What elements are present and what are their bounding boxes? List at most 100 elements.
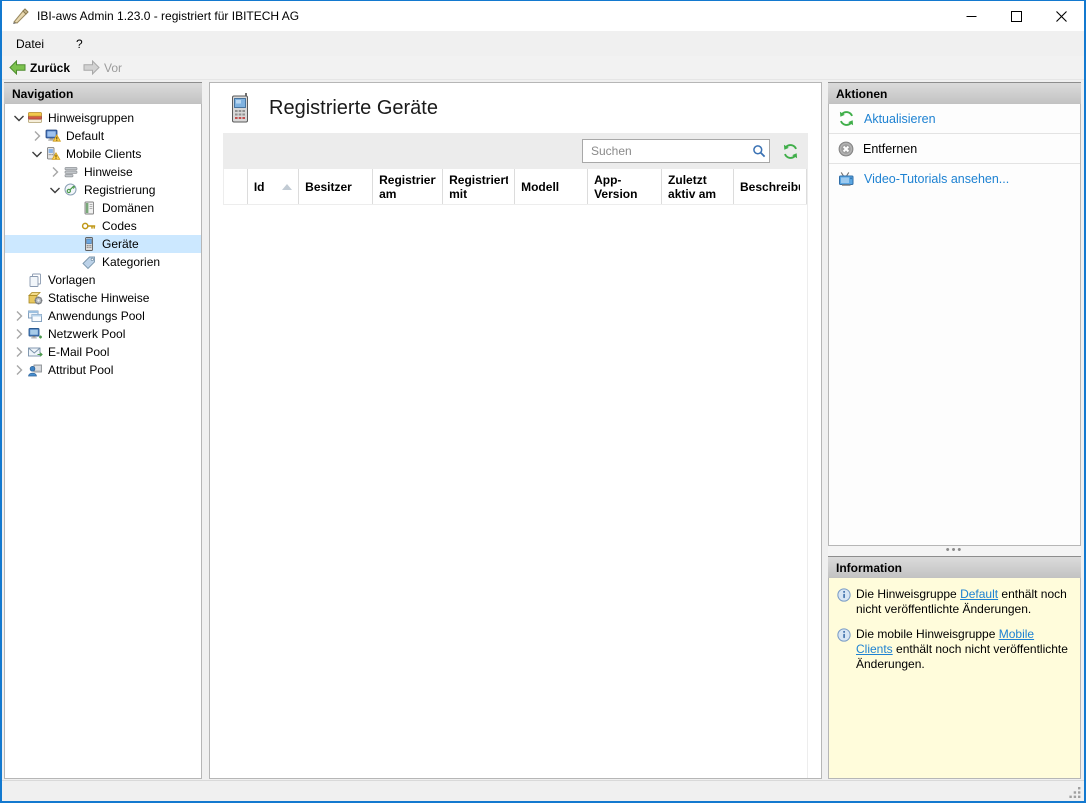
action-aktualisieren[interactable]: Aktualisieren (829, 104, 1080, 134)
info-icon (837, 628, 851, 642)
tree-item-kategorien[interactable]: Kategorien (5, 253, 201, 271)
tree-item-attribut-pool[interactable]: Attribut Pool (5, 361, 201, 379)
tree-item-anwendungs-pool[interactable]: Anwendungs Pool (5, 307, 201, 325)
chevron-down-icon[interactable] (11, 110, 27, 126)
column-header-app-version[interactable]: App-Version (588, 169, 663, 204)
actions-panel: Aktionen Aktualisieren Entfernen Video-T… (828, 82, 1081, 546)
tree-item-codes[interactable]: Codes (5, 217, 201, 235)
tree-item-registrierung[interactable]: Registrierung (5, 181, 201, 199)
navigation-header: Navigation (4, 82, 202, 104)
tree-item-mobile-clients[interactable]: Mobile Clients (5, 145, 201, 163)
search-icon[interactable] (749, 144, 769, 158)
tree-item-hinweise[interactable]: Hinweise (5, 163, 201, 181)
devices-table: Id Besitzer Registriert am Registriert m… (223, 169, 808, 778)
table-toolbar (223, 133, 808, 169)
registration-icon (63, 182, 79, 198)
information-header: Information (828, 556, 1081, 578)
horizontal-splitter[interactable]: ••• (828, 544, 1081, 556)
status-bar (2, 780, 1084, 801)
column-header-row-selector[interactable] (223, 169, 248, 204)
menu-datei[interactable]: Datei (7, 33, 53, 55)
tree-item-netzwerk-pool[interactable]: Netzwerk Pool (5, 325, 201, 343)
domains-icon (81, 200, 97, 216)
maximize-button[interactable] (994, 1, 1039, 31)
main-panel: Registrierte Geräte Id Besitzer (209, 82, 822, 779)
tree-item-statische-hinweise[interactable]: Statische Hinweise (5, 289, 201, 307)
link-default[interactable]: Default (960, 587, 998, 601)
action-video-tutorials[interactable]: Video-Tutorials ansehen... (829, 164, 1080, 194)
search-input[interactable] (583, 140, 749, 162)
app-icon (13, 8, 29, 24)
info-note-default: Die Hinweisgruppe Default enthält noch n… (837, 587, 1072, 617)
chevron-right-icon[interactable] (47, 164, 63, 180)
column-header-zuletzt-aktiv-am[interactable]: Zuletzt aktiv am (662, 169, 735, 204)
column-header-registriert-mit[interactable]: Registriert mit (443, 169, 516, 204)
close-button[interactable] (1039, 1, 1084, 31)
navigation-panel: Navigation Hinweisgruppen Default Mobile… (4, 82, 202, 779)
notes-icon (63, 164, 79, 180)
action-entfernen[interactable]: Entfernen (829, 134, 1080, 164)
key-icon (81, 218, 97, 234)
table-header-row: Id Besitzer Registriert am Registriert m… (223, 169, 807, 205)
monitor-warning-icon (45, 128, 61, 144)
navigation-toolbar: Zurück Vor (2, 56, 1084, 80)
tree-item-default[interactable]: Default (5, 127, 201, 145)
static-notes-icon (27, 290, 43, 306)
search-box (582, 139, 770, 163)
app-window: IBI-aws Admin 1.23.0 - registriert für I… (0, 0, 1086, 803)
tree-item-vorlagen[interactable]: Vorlagen (5, 271, 201, 289)
title-bar[interactable]: IBI-aws Admin 1.23.0 - registriert für I… (2, 1, 1084, 31)
chevron-right-icon[interactable] (11, 308, 27, 324)
column-header-registriert-am[interactable]: Registriert am (373, 169, 444, 204)
email-pool-icon (27, 344, 43, 360)
remove-icon (838, 141, 854, 156)
tree-item-email-pool[interactable]: E-Mail Pool (5, 343, 201, 361)
tree-item-geraete[interactable]: Geräte (5, 235, 201, 253)
templates-icon (27, 272, 43, 288)
registered-devices-icon (232, 93, 248, 123)
sort-ascending-icon (282, 183, 293, 190)
forward-button[interactable]: Vor (76, 58, 128, 77)
info-note-mobile-clients: Die mobile Hinweisgruppe Mobile Clients … (837, 627, 1072, 672)
menu-help[interactable]: ? (67, 33, 92, 55)
resize-grip-icon[interactable] (1069, 786, 1082, 799)
refresh-icon (839, 111, 854, 126)
tag-icon (81, 254, 97, 270)
attribute-pool-icon (27, 362, 43, 378)
back-button[interactable]: Zurück (2, 58, 76, 77)
notice-groups-icon (27, 110, 43, 126)
forward-arrow-icon (83, 60, 100, 75)
network-pool-icon (27, 326, 43, 342)
actions-header: Aktionen (828, 82, 1081, 104)
info-icon (837, 588, 851, 602)
column-header-beschreibung[interactable]: Beschreibung (734, 169, 807, 204)
back-label: Zurück (30, 60, 71, 75)
forward-label: Vor (104, 60, 123, 75)
vertical-splitter[interactable] (202, 82, 209, 779)
tree-item-hinweisgruppen[interactable]: Hinweisgruppen (5, 109, 201, 127)
tree-item-domaenen[interactable]: Domänen (5, 199, 201, 217)
column-header-besitzer[interactable]: Besitzer (299, 169, 374, 204)
device-icon (81, 236, 97, 252)
back-arrow-icon (9, 60, 26, 75)
video-icon (839, 172, 854, 186)
chevron-down-icon[interactable] (29, 146, 45, 162)
chevron-right-icon[interactable] (11, 362, 27, 378)
column-header-id[interactable]: Id (248, 169, 300, 204)
refresh-icon[interactable] (780, 141, 800, 161)
chevron-right-icon[interactable] (11, 344, 27, 360)
information-panel: Information Die Hinweisgruppe Default en… (828, 556, 1081, 779)
chevron-down-icon[interactable] (47, 182, 63, 198)
page-title: Registrierte Geräte (269, 96, 438, 119)
chevron-right-icon[interactable] (29, 128, 45, 144)
column-header-modell[interactable]: Modell (515, 169, 589, 204)
content-area: Navigation Hinweisgruppen Default Mobile… (2, 80, 1084, 780)
mobile-warning-icon (45, 146, 61, 162)
minimize-button[interactable] (949, 1, 994, 31)
right-panel: Aktionen Aktualisieren Entfernen Video-T… (828, 82, 1081, 779)
navigation-tree: Hinweisgruppen Default Mobile Clients Hi… (4, 104, 202, 779)
menu-bar: Datei ? (2, 31, 1084, 56)
table-body-empty[interactable] (223, 205, 807, 778)
app-pool-icon (27, 308, 43, 324)
chevron-right-icon[interactable] (11, 326, 27, 342)
